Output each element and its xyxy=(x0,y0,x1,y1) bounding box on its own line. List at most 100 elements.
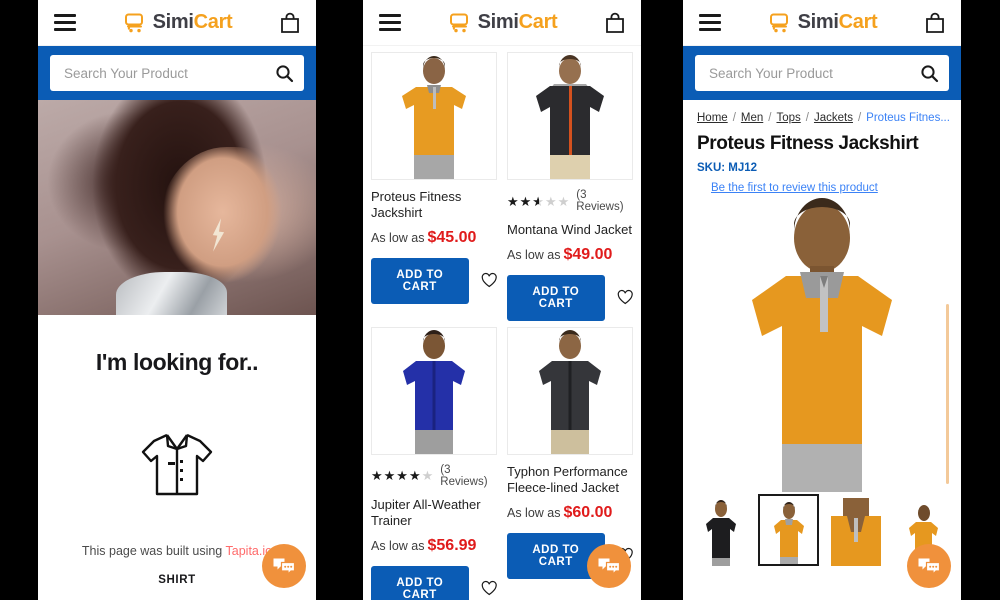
simicart-logo[interactable]: SimiCart xyxy=(124,11,233,34)
price-prefix: As low as xyxy=(371,538,425,553)
hamburger-icon[interactable] xyxy=(379,14,401,31)
product-gallery[interactable] xyxy=(683,194,961,494)
price-prefix: As low as xyxy=(371,230,425,245)
shopping-bag-icon[interactable] xyxy=(605,12,625,34)
shirt-icon[interactable] xyxy=(138,430,216,500)
phone-screen-home: SimiCart I'm looking for xyxy=(38,0,316,600)
product-name[interactable]: Jupiter All-Weather Trainer xyxy=(371,497,497,529)
hero-banner xyxy=(38,100,316,315)
breadcrumb-current: Proteus Fitnes... xyxy=(866,112,950,124)
star-rating-fill: ★★★★★ xyxy=(507,194,539,208)
star-rating: ★★★★★ ★★★★★ xyxy=(507,195,570,208)
simicart-logo[interactable]: SimiCart xyxy=(769,11,878,34)
hamburger-icon[interactable] xyxy=(54,14,76,31)
price-value: $49.00 xyxy=(563,245,613,263)
write-review-link[interactable]: Be the first to review this product xyxy=(683,174,961,194)
logo-text-simi: Simi xyxy=(152,11,194,33)
search-icon[interactable] xyxy=(920,64,939,83)
product-sku: SKU: MJ12 xyxy=(697,162,758,174)
chat-widget-button[interactable] xyxy=(587,544,631,588)
product-name[interactable]: Montana Wind Jacket xyxy=(507,222,633,238)
app-header: SimiCart xyxy=(683,0,961,46)
screenshot-stage: SimiCart I'm looking for xyxy=(0,0,1000,600)
breadcrumb-item-tops[interactable]: Tops xyxy=(776,112,800,124)
page-title: Proteus Fitness Jackshirt xyxy=(697,133,919,154)
product-image[interactable] xyxy=(371,52,497,180)
add-to-cart-button[interactable]: ADD TO CART xyxy=(371,257,469,304)
heart-icon[interactable] xyxy=(481,271,497,290)
thumbnail-item[interactable] xyxy=(691,494,752,566)
chat-bubbles-icon xyxy=(273,558,296,576)
product-card[interactable]: Proteus Fitness Jackshirt As low as $45.0… xyxy=(371,46,497,321)
hamburger-icon[interactable] xyxy=(699,14,721,31)
search-icon[interactable] xyxy=(275,64,294,83)
heart-icon[interactable] xyxy=(481,579,497,598)
product-grid: Proteus Fitness Jackshirt As low as $45.0… xyxy=(363,46,641,600)
shopping-bag-icon[interactable] xyxy=(925,12,945,34)
thumbnail-item-selected[interactable] xyxy=(757,494,820,566)
product-actions: ADD TO CART xyxy=(371,565,497,600)
logo-text-cart: Cart xyxy=(518,11,558,33)
chat-bubbles-icon xyxy=(918,558,941,576)
product-actions: ADD TO CART xyxy=(371,257,497,304)
price-prefix: As low as xyxy=(507,505,561,520)
fleece-lined-jacket-image xyxy=(539,329,601,454)
looking-for-heading: I'm looking for.. xyxy=(95,349,259,375)
main-product-image[interactable] xyxy=(724,196,920,492)
gallery-scrollbar[interactable] xyxy=(946,304,949,484)
product-card[interactable]: ★★★★★ ★★★★★ (3 Reviews) Montana Wind Jac… xyxy=(507,46,633,321)
chat-widget-button[interactable] xyxy=(262,544,306,588)
black-puffer-jacket-image xyxy=(536,55,604,179)
search-band xyxy=(683,46,961,100)
breadcrumb-item-home[interactable]: Home xyxy=(697,112,728,124)
search-input[interactable] xyxy=(64,65,269,81)
product-image[interactable] xyxy=(507,326,633,455)
cart-logo-icon xyxy=(124,13,143,32)
orange-pullover-image xyxy=(402,56,466,179)
product-name[interactable]: Typhon Performance Fleece-lined Jacket xyxy=(507,464,633,496)
search-band xyxy=(38,46,316,100)
thumbnail-item[interactable] xyxy=(825,494,887,566)
simicart-logo[interactable]: SimiCart xyxy=(449,11,558,34)
price-prefix: As low as xyxy=(507,247,561,262)
search-box[interactable] xyxy=(695,55,949,91)
product-card[interactable]: ★★★★★ ★★★★★ (3 Reviews) Jupiter All-Weat… xyxy=(371,321,497,600)
cart-logo-icon xyxy=(449,13,468,32)
product-image[interactable] xyxy=(371,326,497,455)
chat-bubbles-icon xyxy=(598,558,621,576)
search-box[interactable] xyxy=(50,55,304,91)
app-header: SimiCart xyxy=(38,0,316,46)
shirt-illustration-wrap xyxy=(38,430,316,500)
product-rating: ★★★★★ ★★★★★ (3 Reviews) xyxy=(507,189,633,213)
product-rating: ★★★★★ ★★★★★ (3 Reviews) xyxy=(371,464,497,488)
breadcrumb-separator: / xyxy=(768,112,772,124)
cart-logo-icon xyxy=(769,13,788,32)
thumbnail-collar-closeup xyxy=(830,498,881,566)
star-rating-fill: ★★★★★ xyxy=(371,469,422,483)
app-header: SimiCart xyxy=(363,0,641,46)
shopping-bag-icon[interactable] xyxy=(280,12,300,34)
logo-text-cart: Cart xyxy=(193,11,233,33)
product-name[interactable]: Proteus Fitness Jackshirt xyxy=(371,189,497,221)
logo-text-cart: Cart xyxy=(838,11,878,33)
product-price: As low as $49.00 xyxy=(507,246,633,264)
breadcrumb: Home / Men / Tops / Jackets / Proteus Fi… xyxy=(683,100,961,124)
logo-wordmark: SimiCart xyxy=(153,11,233,34)
add-to-cart-button[interactable]: ADD TO CART xyxy=(371,565,469,600)
chat-widget-button[interactable] xyxy=(907,544,951,588)
thumbnail-black-jackshirt xyxy=(706,500,737,566)
breadcrumb-separator: / xyxy=(805,112,809,124)
phone-screen-product-detail: SimiCart Home / Men / Tops / Jacke xyxy=(683,0,961,600)
add-to-cart-button[interactable]: ADD TO CART xyxy=(507,274,605,321)
product-price: As low as $45.00 xyxy=(371,229,497,247)
review-count[interactable]: (3 Reviews) xyxy=(576,189,633,213)
review-count[interactable]: (3 Reviews) xyxy=(440,464,497,488)
heart-icon[interactable] xyxy=(617,288,633,307)
built-by-text: This page was built using xyxy=(81,544,226,558)
breadcrumb-item-men[interactable]: Men xyxy=(741,112,763,124)
product-image[interactable] xyxy=(507,52,633,180)
thumbnail-orange-jackshirt xyxy=(773,502,804,564)
price-value: $45.00 xyxy=(427,228,477,246)
breadcrumb-item-jackets[interactable]: Jackets xyxy=(814,112,853,124)
search-input[interactable] xyxy=(709,65,914,81)
